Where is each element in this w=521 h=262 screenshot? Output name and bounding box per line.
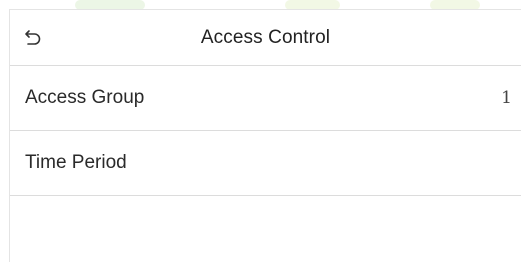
menu-item-time-period[interactable]: Time Period (10, 131, 521, 196)
menu-item-label: Access Group (25, 87, 145, 108)
page-title: Access Control (200, 27, 331, 48)
menu-item-value: 1 (501, 88, 512, 108)
title-bar: Access Control (10, 10, 521, 66)
device-screen: Access Control Access Group 1 Time Perio… (9, 9, 521, 262)
menu-item-label: Time Period (25, 152, 127, 173)
menu-item-access-group[interactable]: Access Group 1 (10, 66, 521, 131)
